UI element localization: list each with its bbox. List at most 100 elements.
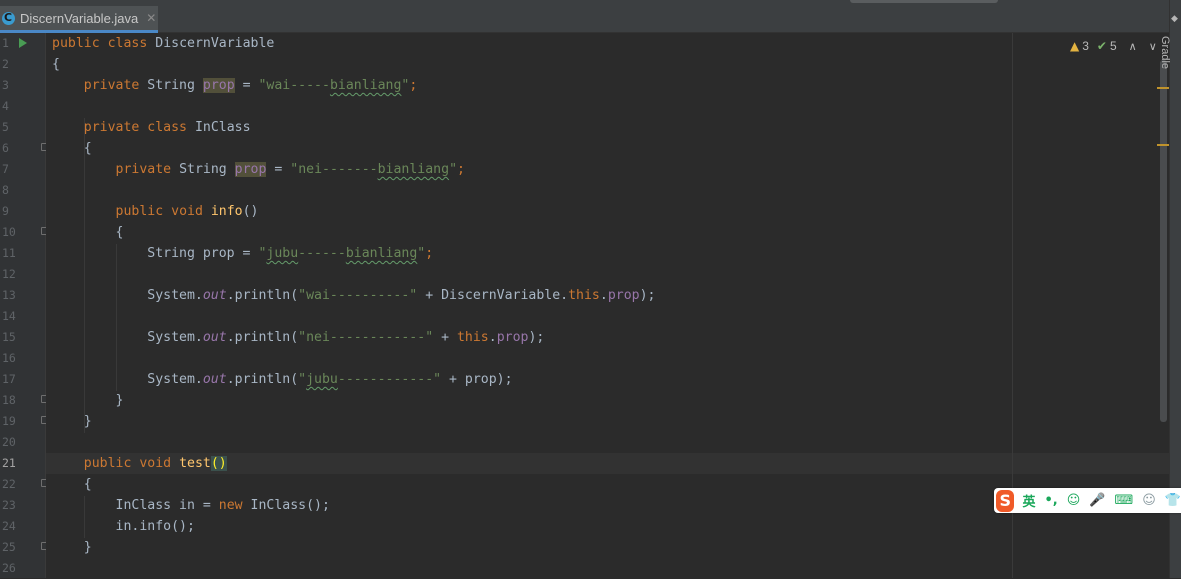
- method-call: .println(: [226, 288, 299, 303]
- microphone-icon[interactable]: 🎤: [1089, 493, 1105, 508]
- matched-paren: (: [210, 456, 219, 471]
- keyword: void: [171, 204, 203, 219]
- keyword: public: [52, 36, 100, 51]
- line-number: 6: [2, 141, 9, 155]
- line-number-current: 21: [2, 456, 16, 470]
- keyword: public: [83, 456, 132, 471]
- code-line-3: private String prop = "wai-----bianliang…: [52, 75, 417, 96]
- matched-paren: ): [218, 456, 227, 471]
- type-name: String: [179, 162, 227, 177]
- field-name: prop: [234, 162, 267, 177]
- brace: }: [83, 414, 92, 429]
- code-line-19: }: [52, 411, 92, 432]
- java-class-icon: [2, 11, 15, 25]
- class-name: DiscernVariable: [155, 36, 275, 51]
- line-number: 19: [2, 414, 16, 428]
- gradle-icon[interactable]: ◆: [1171, 14, 1181, 24]
- expression: +: [433, 330, 457, 345]
- string-literal: ": [449, 162, 458, 177]
- ime-logo[interactable]: S: [996, 489, 1015, 512]
- expression: + prop);: [441, 372, 513, 387]
- warning-count: 3: [1082, 39, 1089, 53]
- class-ref: System.: [147, 330, 203, 345]
- run-icon[interactable]: [19, 38, 27, 48]
- warning-icon: ▲: [1070, 39, 1080, 53]
- line-number: 15: [2, 330, 16, 344]
- warning-stripe-marker[interactable]: [1157, 144, 1169, 146]
- field-name: prop: [496, 330, 529, 345]
- line-number: 20: [2, 435, 16, 449]
- class-ref: System.: [147, 372, 203, 387]
- weak-warning-icon: ✔: [1096, 39, 1107, 53]
- call-end: );: [639, 288, 656, 303]
- chevron-up-icon[interactable]: ∧: [1129, 40, 1137, 53]
- skin-icon[interactable]: 👕: [1165, 493, 1181, 508]
- local-variable: prop =: [194, 246, 259, 261]
- line-number: 18: [2, 393, 16, 407]
- code-line-17: System.out.println("jubu------------" + …: [52, 369, 513, 390]
- code-line-2: {: [52, 54, 60, 75]
- chevron-down-icon[interactable]: ∨: [1149, 40, 1157, 53]
- window-control-strip[interactable]: [850, 0, 998, 3]
- keyword: this: [568, 288, 600, 303]
- line-number: 11: [2, 246, 16, 260]
- brace: {: [83, 477, 92, 492]
- gradle-tool-button[interactable]: Gradle: [1159, 36, 1171, 69]
- string-literal: jubu: [266, 246, 299, 261]
- type-name: String: [147, 246, 195, 261]
- code-line-1: public class DiscernVariable: [52, 33, 274, 54]
- keyword: class: [107, 36, 148, 51]
- method-name: test: [179, 456, 211, 471]
- string-literal: "nei------------": [298, 330, 434, 345]
- brace: {: [83, 141, 92, 156]
- line-number: 17: [2, 372, 16, 386]
- user-icon[interactable]: ☺: [1142, 493, 1156, 508]
- code-line-10: {: [52, 222, 124, 243]
- close-icon[interactable]: ✕: [146, 11, 156, 25]
- statement: in.info();: [115, 519, 195, 534]
- line-number: 10: [2, 225, 16, 239]
- line-number: 24: [2, 519, 16, 533]
- class-name: InClass: [194, 120, 251, 135]
- line-number: 13: [2, 288, 16, 302]
- brace: {: [115, 225, 124, 240]
- string-literal: ------------": [337, 372, 442, 387]
- line-number: 25: [2, 540, 16, 554]
- brace: }: [83, 540, 92, 555]
- semicolon: ;: [425, 246, 434, 261]
- code-line-22: {: [52, 474, 92, 495]
- inspection-widget[interactable]: ▲ 3 ✔ 5 ∧ ∨: [1070, 38, 1157, 54]
- emoji-icon[interactable]: ☺: [1067, 493, 1081, 508]
- vertical-scrollbar[interactable]: [1160, 60, 1167, 422]
- call-end: );: [528, 330, 545, 345]
- line-number: 5: [2, 120, 9, 134]
- method-name: info: [210, 204, 243, 219]
- semicolon: ;: [457, 162, 465, 177]
- line-number: 26: [2, 561, 16, 575]
- string-literal: ------: [298, 246, 346, 261]
- line-number: 14: [2, 309, 16, 323]
- string-literal: "wai-----: [258, 78, 330, 93]
- code-line-25: }: [52, 537, 92, 558]
- ime-toolbar[interactable]: S 英 •, ☺ 🎤 ⌨ ☺ 👕: [994, 488, 1181, 513]
- ime-language-toggle[interactable]: 英: [1022, 491, 1035, 510]
- line-number: 23: [2, 498, 16, 512]
- weak-warning-count: 5: [1109, 39, 1117, 53]
- static-field: out: [202, 372, 227, 387]
- keyboard-icon[interactable]: ⌨: [1114, 493, 1133, 508]
- keyword: private: [115, 162, 172, 177]
- line-number: 16: [2, 351, 16, 365]
- code-line-6: {: [52, 138, 92, 159]
- dot: .: [599, 288, 608, 303]
- tab-discern-variable[interactable]: DiscernVariable.java ✕: [0, 6, 158, 33]
- static-field: out: [202, 330, 227, 345]
- code-line-15: System.out.println("nei------------" + t…: [52, 327, 544, 348]
- line-number: 7: [2, 162, 9, 176]
- keyword: class: [147, 120, 187, 135]
- expression: + DiscernVariable.: [417, 288, 569, 303]
- code-line-23: InClass in = new InClass();: [52, 495, 330, 516]
- code-line-24: in.info();: [52, 516, 195, 537]
- ime-punctuation-toggle[interactable]: •,: [1044, 493, 1057, 508]
- method-call: .println(: [226, 372, 299, 387]
- warning-stripe-marker[interactable]: [1157, 87, 1169, 89]
